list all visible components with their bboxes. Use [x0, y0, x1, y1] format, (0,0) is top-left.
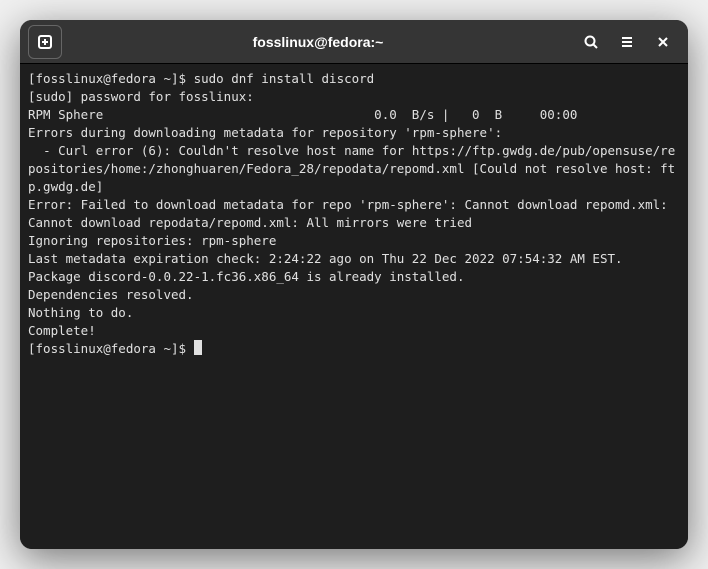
- output-line: Errors during downloading metadata for r…: [28, 125, 502, 140]
- output-line: Package discord-0.0.22-1.fc36.x86_64 is …: [28, 269, 465, 284]
- cursor: [194, 340, 202, 355]
- terminal-window: fosslinux@fedora:~: [20, 20, 688, 549]
- titlebar: fosslinux@fedora:~: [20, 20, 688, 64]
- titlebar-controls: [574, 25, 680, 59]
- close-button[interactable]: [646, 25, 680, 59]
- hamburger-icon: [619, 34, 635, 50]
- window-title: fosslinux@fedora:~: [66, 34, 570, 50]
- output-line: RPM Sphere 0.0 B/s | 0 B 00:00: [28, 107, 577, 122]
- search-button[interactable]: [574, 25, 608, 59]
- output-line: Dependencies resolved.: [28, 287, 194, 302]
- menu-button[interactable]: [610, 25, 644, 59]
- close-icon: [655, 34, 671, 50]
- output-line: [sudo] password for fosslinux:: [28, 89, 254, 104]
- output-line: Ignoring repositories: rpm-sphere: [28, 233, 276, 248]
- shell-prompt: [fosslinux@fedora ~]$: [28, 71, 194, 86]
- output-line: Complete!: [28, 323, 96, 338]
- new-tab-button[interactable]: [28, 25, 62, 59]
- shell-prompt: [fosslinux@fedora ~]$: [28, 341, 194, 356]
- output-line: Error: Failed to download metadata for r…: [28, 197, 675, 230]
- command-text: sudo dnf install discord: [194, 71, 375, 86]
- output-line: Last metadata expiration check: 2:24:22 …: [28, 251, 623, 266]
- terminal-output[interactable]: [fosslinux@fedora ~]$ sudo dnf install d…: [20, 64, 688, 549]
- plus-icon: [37, 34, 53, 50]
- output-line: - Curl error (6): Couldn't resolve host …: [28, 143, 675, 194]
- output-line: Nothing to do.: [28, 305, 133, 320]
- search-icon: [583, 34, 599, 50]
